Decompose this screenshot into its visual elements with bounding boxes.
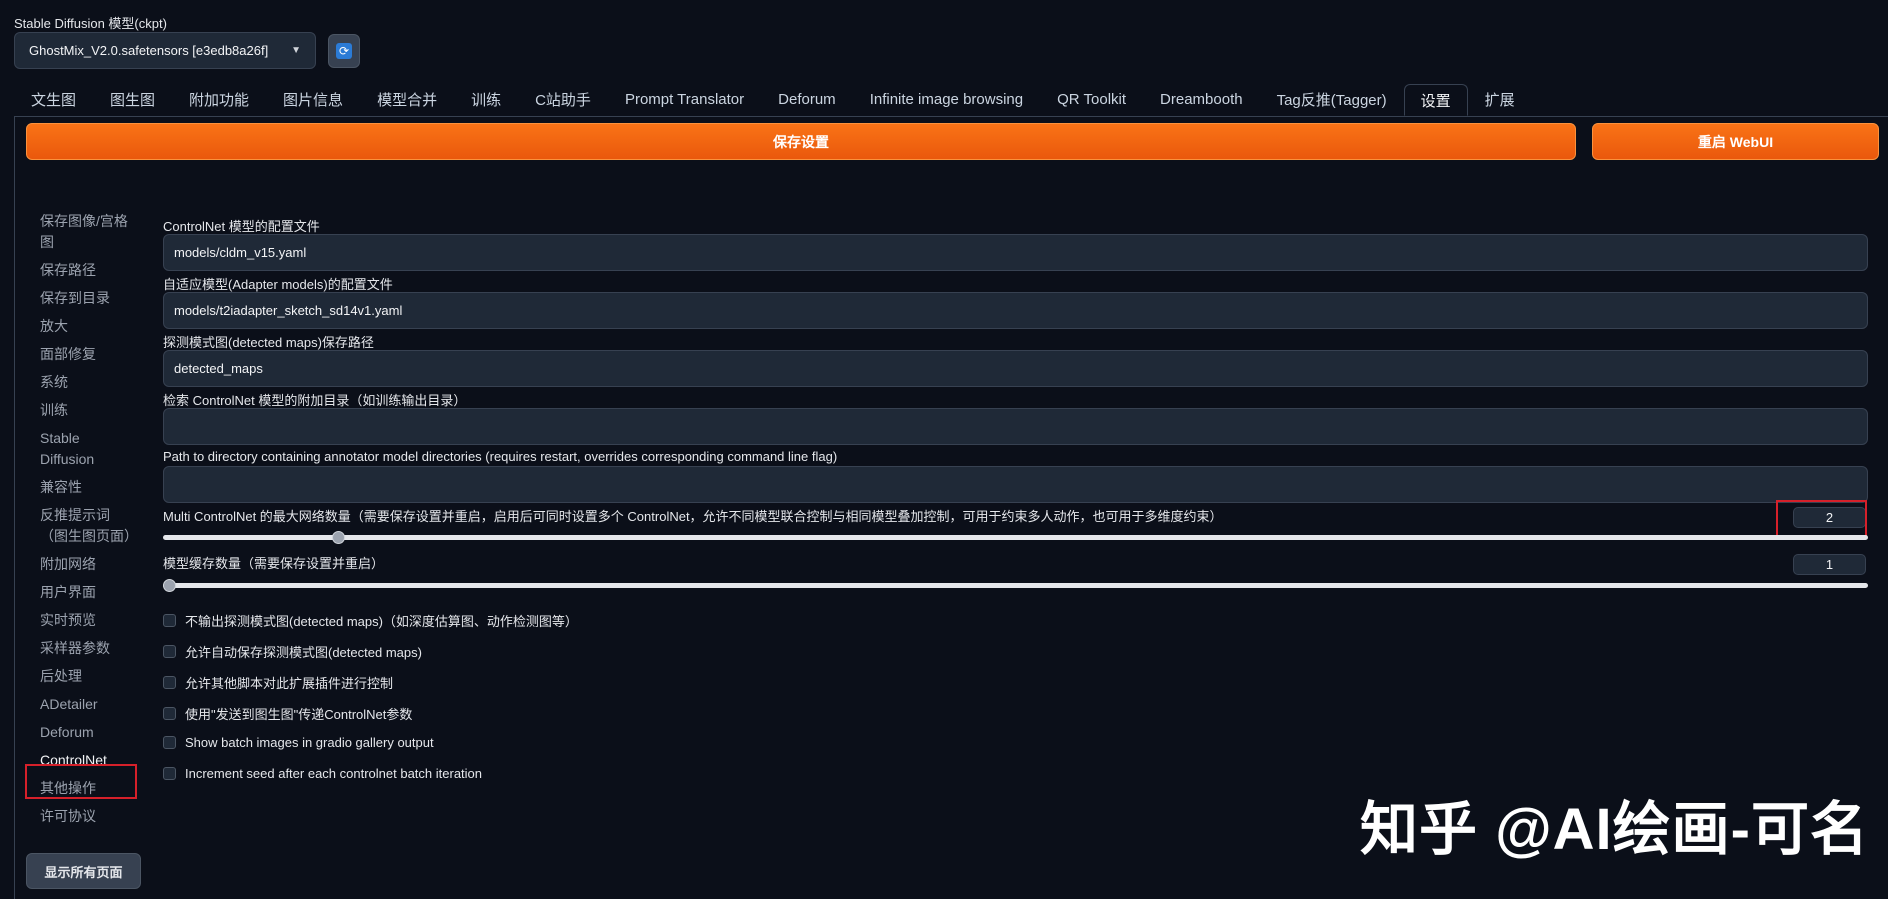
sidebar-item-saving-paths[interactable]: 保存路径: [40, 260, 135, 281]
sidebar-item-system[interactable]: 系统: [40, 372, 135, 393]
checkpoint-label: Stable Diffusion 模型(ckpt): [14, 16, 167, 31]
extra-models-dir-input[interactable]: [163, 408, 1868, 445]
sidebar-item-saving-to-dirs[interactable]: 保存到目录: [40, 288, 135, 309]
checkbox-label: Show batch images in gradio gallery outp…: [185, 735, 434, 750]
checkpoint-select[interactable]: GhostMix_V2.0.safetensors [e3edb8a26f] ▼: [14, 32, 316, 69]
max-models-slider[interactable]: [163, 531, 1868, 544]
restart-webui-button[interactable]: 重启 WebUI: [1592, 123, 1879, 160]
sidebar-item-licenses[interactable]: 许可协议: [40, 806, 135, 827]
max-models-highlight-box: [1776, 500, 1867, 537]
checkbox-row-autosave-detectmap[interactable]: 允许自动保存探测模式图(detected maps): [163, 642, 422, 661]
tab-png-info[interactable]: 图片信息: [266, 84, 360, 114]
extra-models-dir-label: 检索 ControlNet 模型的附加目录（如训练输出目录）: [163, 393, 467, 408]
checkbox-label: Increment seed after each controlnet bat…: [185, 766, 483, 781]
detected-maps-path-input[interactable]: detected_maps: [163, 350, 1868, 387]
sidebar-item-saving-images[interactable]: 保存图像/宫格图: [40, 211, 135, 253]
tab-deforum[interactable]: Deforum: [761, 84, 853, 114]
tab-infinite-image-browsing[interactable]: Infinite image browsing: [853, 84, 1040, 114]
sidebar-item-upscaling[interactable]: 放大: [40, 316, 135, 337]
sidebar-item-interrogate[interactable]: 反推提示词（图生图页面）: [40, 505, 138, 547]
checkbox-label: 不输出探测模式图(detected maps)（如深度估算图、动作检测图等）: [185, 614, 578, 629]
tab-civitai-helper[interactable]: C站助手: [518, 84, 608, 114]
checkbox-row-increment-seed[interactable]: Increment seed after each controlnet bat…: [163, 766, 482, 781]
tab-tagger[interactable]: Tag反推(Tagger): [1260, 84, 1404, 114]
refresh-icon: ⟳: [336, 43, 352, 59]
annotator-dir-input[interactable]: [163, 466, 1868, 503]
tab-prompt-translator[interactable]: Prompt Translator: [608, 84, 761, 114]
tab-extras[interactable]: 附加功能: [172, 84, 266, 114]
checkbox-row-send-to-img2img[interactable]: 使用"发送到图生图"传递ControlNet参数: [163, 704, 412, 723]
watermark: 知乎 @AI绘画-可名: [1360, 797, 1869, 862]
checkbox-row-allow-script-control[interactable]: 允许其他脚本对此扩展插件进行控制: [163, 673, 393, 692]
max-models-label: Multi ControlNet 的最大网络数量（需要保存设置并重启，启用后可同…: [163, 509, 1223, 524]
tab-img2img[interactable]: 图生图: [93, 84, 172, 114]
sidebar-item-compatibility[interactable]: 兼容性: [40, 477, 135, 498]
checkpoint-value: GhostMix_V2.0.safetensors [e3edb8a26f]: [29, 43, 269, 58]
main-tabs: 文生图 图生图 附加功能 图片信息 模型合并 训练 C站助手 Prompt Tr…: [14, 84, 1532, 116]
settings-sidebar: 保存图像/宫格图 保存路径 保存到目录 放大 面部修复 系统 训练 Stable…: [40, 211, 140, 834]
sidebar-item-deforum[interactable]: Deforum: [40, 722, 135, 743]
checkbox-label: 使用"发送到图生图"传递ControlNet参数: [185, 707, 413, 722]
sidebar-item-training[interactable]: 训练: [40, 400, 135, 421]
sidebar-item-user-interface[interactable]: 用户界面: [40, 582, 135, 603]
tab-checkpoint-merger[interactable]: 模型合并: [360, 84, 454, 114]
tab-qr-toolkit[interactable]: QR Toolkit: [1040, 84, 1143, 114]
annotator-dir-label: Path to directory containing annotator m…: [163, 449, 838, 464]
config-file-input[interactable]: models/cldm_v15.yaml: [163, 234, 1868, 271]
checkbox-row-no-detectmap[interactable]: 不输出探测模式图(detected maps)（如深度估算图、动作检测图等）: [163, 611, 578, 630]
tab-settings[interactable]: 设置: [1403, 84, 1468, 116]
show-all-pages-button[interactable]: 显示所有页面: [26, 853, 141, 889]
checkbox-label: 允许其他脚本对此扩展插件进行控制: [185, 676, 394, 691]
sidebar-item-stable-diffusion[interactable]: Stable Diffusion: [40, 428, 135, 470]
checkbox[interactable]: [163, 767, 176, 780]
checkbox[interactable]: [163, 676, 176, 689]
tab-train[interactable]: 训练: [454, 84, 518, 114]
adapter-config-label: 自适应模型(Adapter models)的配置文件: [163, 277, 393, 292]
checkbox[interactable]: [163, 645, 176, 658]
model-cache-number-input[interactable]: 1: [1793, 554, 1866, 575]
config-file-label: ControlNet 模型的配置文件: [163, 219, 320, 234]
adapter-config-input[interactable]: models/t2iadapter_sketch_sd14v1.yaml: [163, 292, 1868, 329]
checkbox-row-batch-gallery[interactable]: Show batch images in gradio gallery outp…: [163, 735, 434, 750]
sidebar-item-adetailer[interactable]: ADetailer: [40, 694, 135, 715]
checkbox[interactable]: [163, 707, 176, 720]
sidebar-item-live-preview[interactable]: 实时预览: [40, 610, 135, 631]
chevron-down-icon: ▼: [291, 45, 301, 56]
checkbox[interactable]: [163, 614, 176, 627]
refresh-button[interactable]: ⟳: [328, 34, 360, 68]
tab-txt2img[interactable]: 文生图: [14, 84, 93, 114]
sidebar-item-postprocessing[interactable]: 后处理: [40, 666, 135, 687]
tab-extensions[interactable]: 扩展: [1468, 84, 1532, 114]
sidebar-item-extra-networks[interactable]: 附加网络: [40, 554, 135, 575]
save-settings-button[interactable]: 保存设置: [26, 123, 1576, 160]
model-cache-slider-thumb[interactable]: [163, 579, 176, 592]
checkbox[interactable]: [163, 736, 176, 749]
tab-dreambooth[interactable]: Dreambooth: [1143, 84, 1260, 114]
controlnet-highlight-box: [25, 764, 137, 799]
checkbox-label: 允许自动保存探测模式图(detected maps): [185, 645, 422, 660]
model-cache-label: 模型缓存数量（需要保存设置并重启）: [163, 556, 385, 571]
sidebar-item-sampler-parameters[interactable]: 采样器参数: [40, 638, 135, 659]
sidebar-item-face-restoration[interactable]: 面部修复: [40, 344, 135, 365]
model-cache-slider[interactable]: [163, 579, 1868, 592]
detected-maps-path-label: 探测模式图(detected maps)保存路径: [163, 335, 374, 350]
